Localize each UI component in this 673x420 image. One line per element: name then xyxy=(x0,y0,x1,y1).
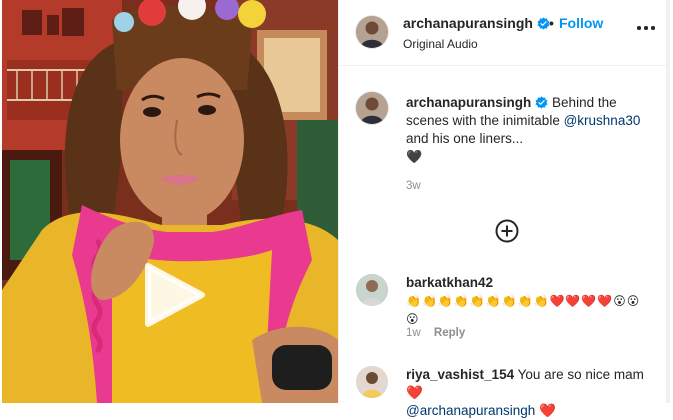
audio-label[interactable]: Original Audio xyxy=(403,37,478,51)
post-timestamp[interactable]: 3w xyxy=(406,180,421,192)
comment-username[interactable]: barkatkhan42 xyxy=(406,275,493,290)
post-details-panel: archanapuransingh • Follow Original Audi… xyxy=(338,0,670,418)
comment-item: barkatkhan42 👏👏👏👏👏👏👏👏👏❤️❤️❤️❤️😮😮😮 xyxy=(406,274,651,328)
more-options-icon[interactable] xyxy=(637,26,655,32)
follow-button[interactable]: Follow xyxy=(559,15,603,31)
play-icon[interactable] xyxy=(142,262,208,328)
caption-author-avatar[interactable] xyxy=(356,92,388,124)
comment-text: You are so nice mam xyxy=(517,367,644,382)
comment-meta: 1w Reply xyxy=(406,327,465,339)
comment-item: riya_vashist_154 You are so nice mam ❤️ … xyxy=(406,366,651,420)
scrollbar[interactable] xyxy=(666,0,670,403)
author-username-text[interactable]: archanapuransingh xyxy=(403,15,533,31)
post-caption: archanapuransingh Behind the scenes with… xyxy=(406,94,646,166)
caption-emoji: 🖤 xyxy=(406,149,423,164)
caption-text-end: and his one liners... xyxy=(406,131,524,146)
instagram-post-viewer: archanapuransingh • Follow Original Audi… xyxy=(0,0,673,418)
post-video[interactable] xyxy=(2,0,338,403)
add-circle-icon[interactable] xyxy=(495,219,519,243)
comment-text: 👏👏👏👏👏👏👏👏👏❤️❤️❤️❤️😮😮😮 xyxy=(406,294,641,326)
verified-badge-icon xyxy=(537,17,550,30)
author-avatar[interactable] xyxy=(356,16,388,48)
commenter-avatar[interactable] xyxy=(356,274,388,306)
commenter-avatar[interactable] xyxy=(356,366,388,398)
caption-mention-link[interactable]: @krushna30 xyxy=(564,113,641,128)
comment-username[interactable]: riya_vashist_154 xyxy=(406,367,514,382)
comment-emoji: ❤️ xyxy=(406,385,423,400)
separator-dot: • xyxy=(549,15,554,31)
comment-emoji: ❤️ xyxy=(539,403,556,418)
video-frame xyxy=(2,0,338,403)
comment-timestamp[interactable]: 1w xyxy=(406,327,421,339)
header-divider xyxy=(339,65,670,66)
comment-mention-link[interactable]: @archanapuransingh xyxy=(406,403,535,418)
author-username[interactable]: archanapuransingh xyxy=(403,15,550,31)
verified-badge-icon xyxy=(535,96,548,109)
caption-username[interactable]: archanapuransingh xyxy=(406,95,531,110)
reply-button[interactable]: Reply xyxy=(434,327,465,339)
